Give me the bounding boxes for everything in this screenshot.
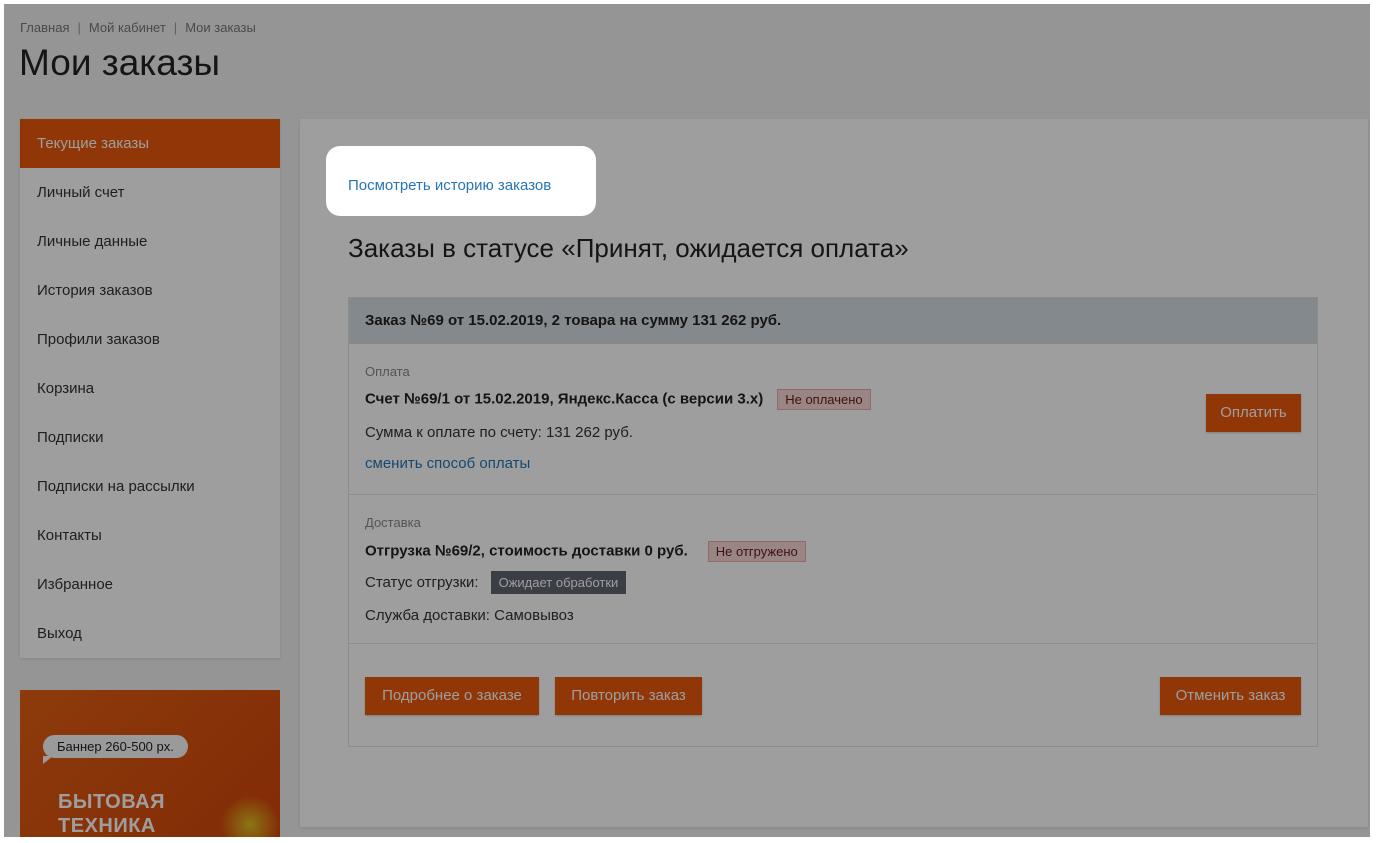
sidebar-item-favorites[interactable]: Избранное <box>20 560 280 609</box>
order-card: Заказ №69 от 15.02.2019, 2 товара на сум… <box>348 297 1318 747</box>
repeat-order-button[interactable]: Повторить заказ <box>555 677 702 715</box>
sidebar-item-order-profiles[interactable]: Профили заказов <box>20 315 280 364</box>
delivery-label: Доставка <box>365 515 421 530</box>
sidebar-menu: Текущие заказы Личный счет Личные данные… <box>20 119 280 658</box>
banner-headline-line2: ТЕХНИКА <box>58 815 156 837</box>
shipment-status-row: Статус отгрузки: Ожидает обработки <box>365 571 627 594</box>
invoice-title: Счет №69/1 от 15.02.2019, Яндекс.Касса (… <box>365 390 764 408</box>
sidebar-item-subscriptions[interactable]: Подписки <box>20 413 280 462</box>
breadcrumb-current: Мои заказы <box>185 20 256 35</box>
shipment-status-label: Статус отгрузки: <box>365 574 479 591</box>
breadcrumb-cabinet[interactable]: Мой кабинет <box>89 20 166 35</box>
shipment-processing-badge: Ожидает обработки <box>490 571 627 594</box>
banner-headline: БЫТОВАЯ ТЕХНИКА <box>58 790 165 837</box>
page-frame: Главная | Мой кабинет | Мои заказы Мои заказ… <box>4 4 1370 837</box>
status-heading: Заказы в статусе «Принят, ожидается опла… <box>348 233 909 263</box>
payment-title-row: Счет №69/1 от 15.02.2019, Яндекс.Касса (… <box>365 389 871 410</box>
delivery-section: Доставка Отгрузка №69/2, стоимость доста… <box>349 495 1317 644</box>
sidebar-item-personal-data[interactable]: Личные данные <box>20 217 280 266</box>
promo-banner[interactable]: Баннер 260-500 px. БЫТОВАЯ ТЕХНИКА <box>20 690 280 837</box>
payment-label: Оплата <box>365 364 410 379</box>
breadcrumb: Главная | Мой кабинет | Мои заказы <box>20 20 256 35</box>
change-payment-method-link[interactable]: сменить способ оплаты <box>365 455 530 472</box>
view-order-history-link[interactable]: Посмотреть историю заказов <box>348 177 551 194</box>
sidebar-item-current-orders[interactable]: Текущие заказы <box>20 119 280 168</box>
cancel-order-button[interactable]: Отменить заказ <box>1160 677 1301 715</box>
breadcrumb-home[interactable]: Главная <box>20 20 69 35</box>
page-title: Мои заказы <box>19 42 221 83</box>
sidebar-item-logout[interactable]: Выход <box>20 609 280 658</box>
order-details-button[interactable]: Подробнее о заказе <box>365 677 539 715</box>
pay-button[interactable]: Оплатить <box>1206 394 1301 432</box>
payment-status-badge: Не оплачено <box>777 389 871 410</box>
sidebar-item-contacts[interactable]: Контакты <box>20 511 280 560</box>
payment-section: Оплата Счет №69/1 от 15.02.2019, Яндекс.… <box>349 344 1317 495</box>
banner-decoration <box>220 795 280 837</box>
sidebar-item-personal-account[interactable]: Личный счет <box>20 168 280 217</box>
shipment-title: Отгрузка №69/2, стоимость доставки 0 руб… <box>365 542 688 560</box>
banner-size-label: Баннер 260-500 px. <box>43 735 188 764</box>
payment-amount: Сумма к оплате по счету: 131 262 руб. <box>365 424 633 441</box>
order-actions: Подробнее о заказе Повторить заказ Отмен… <box>349 644 1317 744</box>
banner-headline-line1: БЫТОВАЯ <box>58 791 165 813</box>
orders-panel: Посмотреть историю заказов Заказы в стат… <box>300 119 1368 827</box>
sidebar-item-newsletters[interactable]: Подписки на рассылки <box>20 462 280 511</box>
delivery-title-row: Отгрузка №69/2, стоимость доставки 0 руб… <box>365 541 806 562</box>
sidebar-item-cart[interactable]: Корзина <box>20 364 280 413</box>
order-header: Заказ №69 от 15.02.2019, 2 товара на сум… <box>349 298 1317 344</box>
sidebar-item-order-history[interactable]: История заказов <box>20 266 280 315</box>
shipment-status-badge: Не отгружено <box>707 541 806 562</box>
delivery-service: Служба доставки: Самовывоз <box>365 607 574 624</box>
